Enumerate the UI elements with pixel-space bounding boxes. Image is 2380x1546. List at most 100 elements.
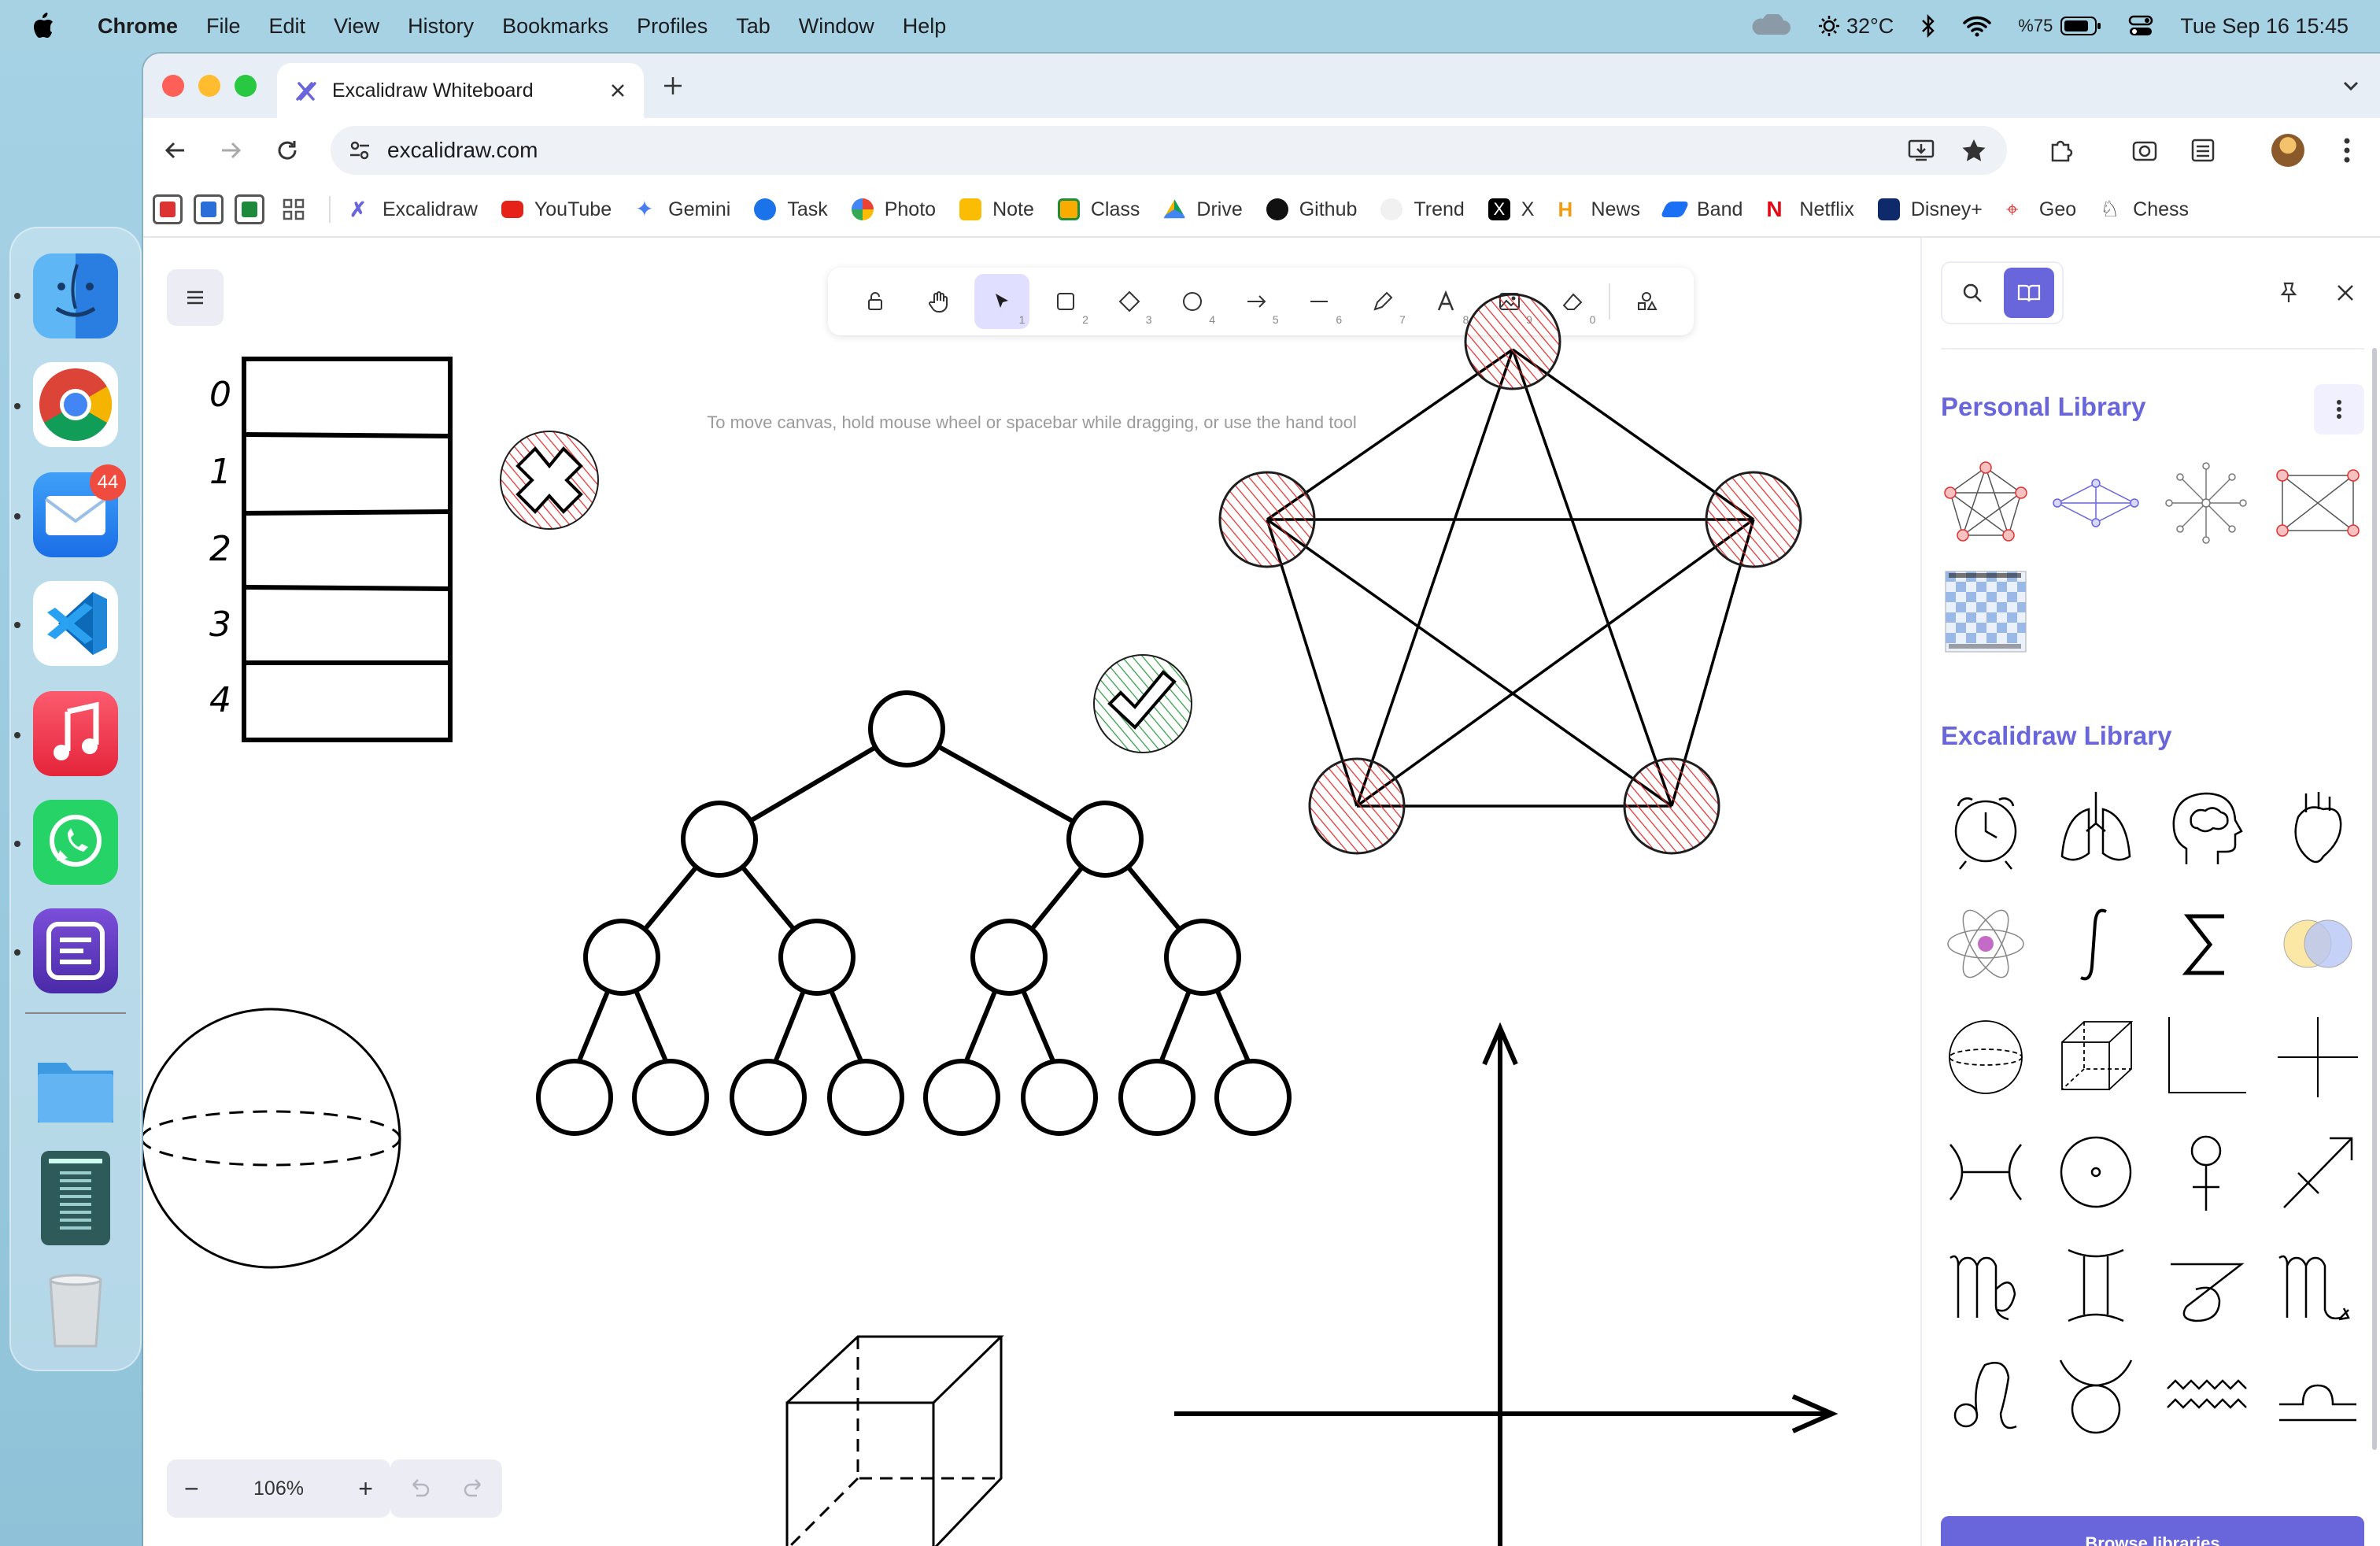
bookmark-excalidraw[interactable]: ✗ Excalidraw [349, 198, 478, 221]
bookmark-band[interactable]: Band [1660, 198, 1743, 221]
bookmark-youtube[interactable]: YouTube [501, 198, 612, 221]
close-icon[interactable] [2336, 283, 2355, 302]
bookmark-task[interactable]: Task [754, 198, 828, 221]
library-item-aquarius[interactable] [2163, 1352, 2249, 1439]
bookmark-github[interactable]: Github [1266, 198, 1357, 221]
bookmark-news[interactable]: H News [1558, 198, 1640, 221]
bookmark-geo[interactable]: ⌖ Geo [2006, 198, 2076, 221]
cloud-icon[interactable] [1749, 14, 1791, 38]
redo-icon[interactable] [463, 1478, 486, 1499]
clock-text[interactable]: Tue Sep 16 15:45 [2180, 14, 2349, 39]
bookmark-x[interactable]: XX [1488, 198, 1534, 221]
bookmark-gemini[interactable]: ✦ Gemini [635, 198, 730, 221]
folder-icon[interactable] [33, 1047, 118, 1132]
browse-libraries-button[interactable]: Browse libraries [1941, 1516, 2364, 1546]
zoom-level[interactable]: 106% [253, 1478, 304, 1500]
menu-history[interactable]: History [394, 14, 488, 39]
mail-icon[interactable]: 44 [33, 464, 126, 557]
apps-grid-icon[interactable] [282, 198, 305, 221]
vscode-icon[interactable] [33, 581, 118, 666]
undo-icon[interactable] [407, 1478, 431, 1499]
tab-search-chevron-icon[interactable] [2341, 76, 2361, 96]
menu-file[interactable]: File [192, 14, 255, 39]
bluetooth-icon[interactable] [1920, 14, 1936, 38]
library-item-atom[interactable] [1942, 901, 2029, 987]
address-bar[interactable]: excalidraw.com [331, 126, 2007, 175]
trash-icon[interactable] [33, 1266, 118, 1351]
library-item-virgo[interactable] [1942, 1242, 2029, 1329]
bookmark-blue-square[interactable] [194, 194, 224, 224]
array-drawing[interactable] [242, 357, 453, 742]
screenshot-icon[interactable] [41, 1151, 110, 1245]
library-search-button[interactable] [1947, 268, 1998, 318]
complete-graph-drawing[interactable] [1218, 293, 1802, 855]
library-item-star-graph[interactable] [2163, 460, 2249, 546]
library-item-lungs[interactable] [2053, 786, 2139, 872]
back-icon[interactable] [164, 139, 187, 162]
maximize-window-button[interactable] [235, 75, 257, 97]
library-item-cube[interactable] [2053, 1014, 2139, 1100]
library-item-gemini[interactable] [2053, 1242, 2139, 1329]
pin-icon[interactable] [2279, 282, 2298, 304]
menu-help[interactable]: Help [889, 14, 961, 39]
bookmark-drive[interactable]: Drive [1163, 198, 1243, 221]
reload-icon[interactable] [275, 139, 299, 162]
bookmark-chess[interactable]: ♘ Chess [2100, 198, 2189, 221]
apple-icon[interactable] [31, 13, 55, 39]
music-icon[interactable] [33, 691, 118, 776]
library-item-venn-diagram[interactable] [2275, 901, 2361, 987]
extensions-icon[interactable] [2048, 137, 2075, 164]
bookmark-disney[interactable]: Disney+ [1877, 198, 1983, 221]
excalidraw-canvas[interactable]: 1 2 3 4 5 6 7 8 9 0 To move canvas, hold… [143, 238, 1920, 1546]
library-item-sigma[interactable] [2163, 901, 2249, 987]
minimize-window-button[interactable] [198, 75, 220, 97]
close-window-button[interactable] [162, 75, 184, 97]
reading-list-icon[interactable] [2190, 137, 2216, 164]
library-item-axis-cross[interactable] [2275, 1014, 2361, 1100]
finder-icon[interactable] [33, 253, 118, 338]
library-item-taurus[interactable] [2053, 1352, 2139, 1439]
library-item-integral[interactable] [2053, 901, 2139, 987]
library-options-button[interactable] [2314, 384, 2364, 435]
cube-drawing[interactable] [785, 1335, 1004, 1546]
bookmark-red-square[interactable] [153, 194, 183, 224]
bookmark-note[interactable]: Note [959, 198, 1034, 221]
library-item-sagittarius[interactable] [2275, 1129, 2361, 1215]
library-item-sphere[interactable] [1942, 1014, 2029, 1100]
menu-profiles[interactable]: Profiles [623, 14, 722, 39]
library-item-chessboard[interactable] [1942, 568, 2029, 655]
weather-status[interactable]: 32°C [1818, 14, 1894, 39]
library-item-venus[interactable] [2163, 1129, 2249, 1215]
menu-window[interactable]: Window [785, 14, 889, 39]
screenshot-capture-icon[interactable] [2131, 137, 2158, 164]
whatsapp-icon[interactable] [33, 800, 118, 885]
menu-app-name[interactable]: Chrome [83, 14, 192, 39]
bookmark-star-icon[interactable] [1961, 138, 1986, 163]
library-item-scorpio[interactable] [2275, 1242, 2361, 1329]
url-text[interactable]: excalidraw.com [387, 138, 1908, 163]
library-scrollbar[interactable] [2372, 348, 2378, 1481]
zoom-out-button[interactable]: − [184, 1474, 199, 1503]
menu-edit[interactable]: Edit [255, 14, 320, 39]
menu-view[interactable]: View [320, 14, 394, 39]
browser-menu-icon[interactable] [2342, 137, 2352, 164]
binary-tree-drawing[interactable] [536, 690, 1292, 1136]
library-item-leo[interactable] [1942, 1352, 2029, 1439]
new-tab-icon[interactable] [663, 76, 683, 96]
library-item-pentagon-graph[interactable] [1942, 460, 2029, 546]
notes-icon[interactable] [33, 908, 118, 993]
library-item-pisces[interactable] [1942, 1129, 2029, 1215]
menu-bookmarks[interactable]: Bookmarks [488, 14, 623, 39]
install-app-icon[interactable] [1908, 139, 1935, 162]
wifi-icon[interactable] [1963, 15, 1992, 37]
close-tab-icon[interactable] [609, 82, 626, 99]
library-item-sun-symbol[interactable] [2053, 1129, 2139, 1215]
library-tab-button[interactable] [2004, 268, 2054, 318]
bookmark-photo[interactable]: Photo [851, 198, 936, 221]
library-item-capricorn[interactable] [2163, 1242, 2249, 1329]
tab-excalidraw[interactable]: Excalidraw Whiteboard [277, 63, 644, 118]
bookmark-trend[interactable]: Trend [1380, 198, 1465, 221]
bookmark-netflix[interactable]: N Netflix [1766, 198, 1853, 221]
cross-circle-drawing[interactable] [500, 431, 599, 530]
sphere-drawing[interactable] [143, 1008, 401, 1269]
